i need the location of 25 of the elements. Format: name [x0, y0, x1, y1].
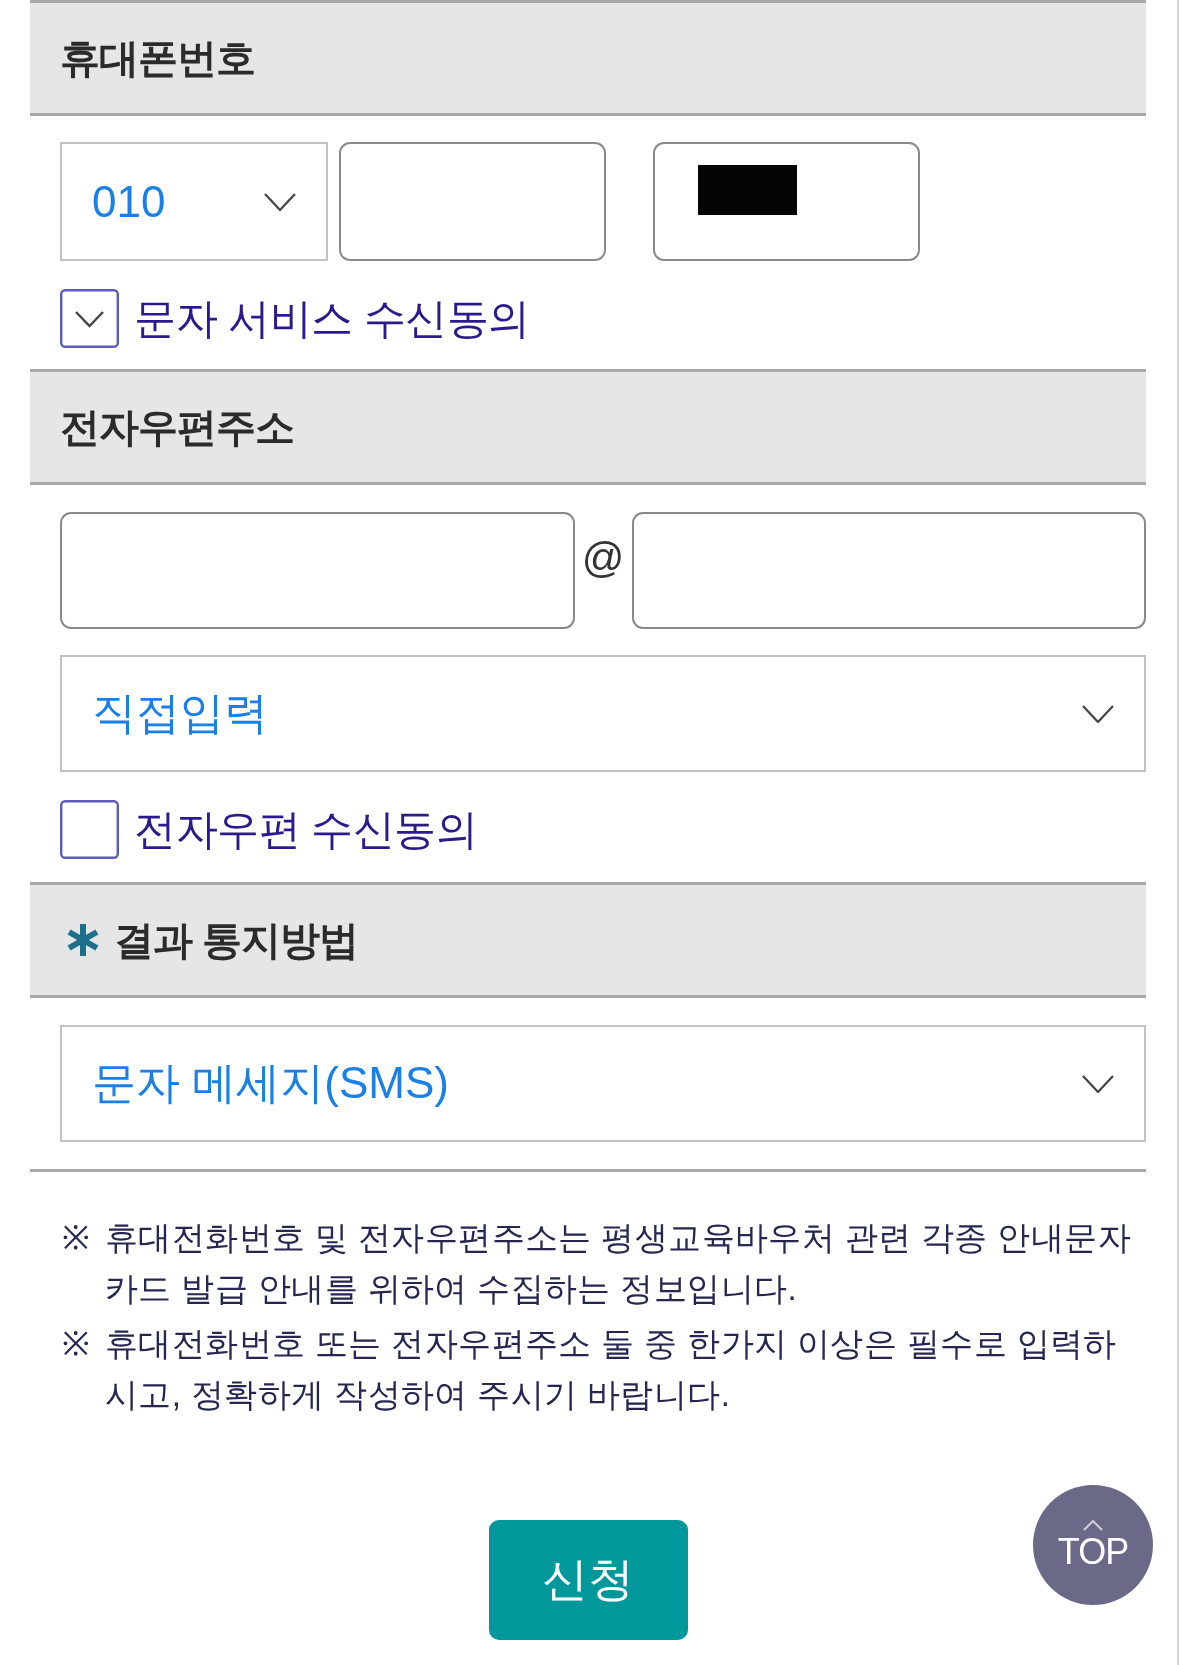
note-text: 휴대전화번호 또는 전자우편주소 둘 중 한가지 이상은 필수로 입력하시고, 정확하게 작성하여 주시기 바랍니다.: [105, 1324, 1118, 1415]
note-text: 휴대전화번호 및 전자우편주소는 평생교육바우처 관련 각종 안내문자 카드 발급 안내를 위하여 수집하는 정보입니다.: [105, 1218, 1132, 1309]
reference-mark: ※: [62, 1324, 91, 1364]
input-field[interactable]: [631, 512, 1146, 629]
chevron-icon: [1082, 1074, 1114, 1093]
dropdown[interactable]: 010: [60, 142, 328, 261]
section-title: 결과 통지방법: [114, 916, 359, 964]
input-field[interactable]: [339, 142, 606, 261]
checkbox-label[interactable]: 전자우편 수신동의: [134, 801, 478, 858]
checkbox[interactable]: [60, 800, 119, 859]
submit-button[interactable]: 신청: [488, 1520, 688, 1640]
input-field[interactable]: [653, 142, 920, 261]
checkbox-label[interactable]: 문자 서비스 수신동의: [134, 290, 530, 347]
dropdown[interactable]: 문자 메세지(SMS): [60, 1025, 1146, 1142]
caret-icon: [1083, 1519, 1103, 1531]
section-title: 전자우편주소: [60, 403, 294, 451]
dropdown[interactable]: 직접입력: [60, 655, 1146, 772]
input-field[interactable]: [60, 512, 575, 629]
chevron-icon: [1082, 704, 1114, 723]
checkbox[interactable]: [60, 289, 119, 348]
at-sign: @: [580, 534, 626, 582]
reference-mark: ※: [62, 1218, 91, 1258]
chevron-icon: [264, 192, 296, 211]
top-button[interactable]: TOP: [1033, 1485, 1153, 1605]
section-title: 휴대폰번호: [60, 34, 255, 82]
